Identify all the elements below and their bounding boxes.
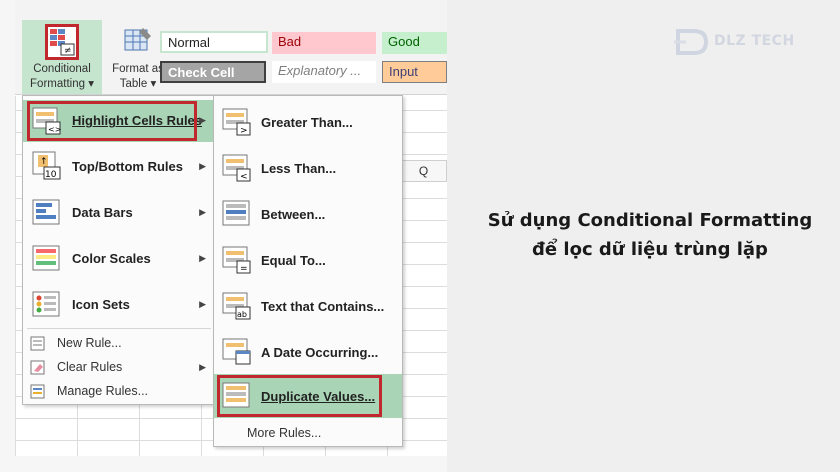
menu-item-label: More Rules... (247, 426, 322, 440)
menu-item-label: Between... (261, 207, 326, 222)
menu-item-less-than[interactable]: < Less Than... (214, 146, 402, 190)
menu-item-top-bottom-rules[interactable]: ↑ 10 Top/Bottom Rules ▶ (23, 146, 213, 188)
menu-item-more-rules[interactable]: More Rules... (214, 420, 402, 446)
format-as-table-icon (123, 26, 153, 56)
chevron-right-icon: ▶ (199, 253, 206, 263)
cell-style-good[interactable]: Good (382, 32, 447, 54)
conditional-formatting-icon: ≠ (45, 24, 79, 60)
menu-item-label: Data Bars (72, 205, 133, 220)
cell-style-input[interactable]: Input (382, 61, 447, 83)
caption: Sử dụng Conditional Formatting để lọc dữ… (470, 206, 830, 264)
excel-screenshot: ≠ Conditional Formatting ▾ Format as Tab… (0, 0, 447, 472)
chevron-right-icon: ▶ (199, 161, 206, 171)
chevron-right-icon: ▶ (199, 115, 206, 125)
conditional-formatting-label: Conditional Formatting ▾ (30, 63, 94, 90)
conditional-formatting-menu: <> Highlight Cells Rules ▶ ↑ 10 Top/Botto… (22, 95, 214, 405)
manage-rules-icon (30, 384, 60, 412)
highlight-cells-submenu: > Greater Than... < Less Than... Between… (213, 95, 403, 447)
cell-style-normal[interactable]: Normal (160, 31, 268, 53)
cell-style-label: Good (388, 34, 420, 49)
menu-item-color-scales[interactable]: Color Scales ▶ (23, 238, 213, 280)
svg-text:ab: ab (237, 310, 247, 319)
chevron-right-icon: ▶ (199, 299, 206, 309)
cell-style-label: Explanatory ... (278, 63, 362, 78)
less-than-icon: < (222, 154, 252, 182)
menu-item-label: Top/Bottom Rules (72, 159, 183, 174)
equal-to-icon: = (222, 246, 252, 274)
cell-style-bad[interactable]: Bad (272, 32, 376, 54)
column-header-q[interactable]: Q (400, 160, 447, 182)
greater-than-icon: > (222, 108, 252, 136)
menu-item-label: Equal To... (261, 253, 326, 268)
menu-item-label: Color Scales (72, 251, 151, 266)
menu-item-label: Text that Contains... (261, 299, 385, 314)
cell-style-check-cell[interactable]: Check Cell (160, 61, 266, 83)
cell-style-label: Bad (278, 34, 302, 49)
menu-item-label: Icon Sets (72, 297, 130, 312)
menu-item-clear-rules[interactable]: Clear Rules ▶ (23, 356, 213, 380)
menu-item-equal-to[interactable]: = Equal To... (214, 238, 402, 282)
svg-text:↑: ↑ (40, 157, 48, 167)
menu-item-text-that-contains[interactable]: ab Text that Contains... (214, 284, 402, 328)
menu-item-a-date-occurring[interactable]: A Date Occurring... (214, 330, 402, 374)
menu-item-label: Less Than... (261, 161, 337, 176)
cell-style-label: Input (389, 64, 418, 79)
svg-text:≠: ≠ (64, 46, 72, 56)
menu-item-icon-sets[interactable]: Icon Sets ▶ (23, 284, 213, 326)
top-bottom-icon: ↑ 10 (32, 151, 62, 180)
menu-item-label: New Rule... (57, 336, 122, 350)
conditional-formatting-button[interactable]: ≠ Conditional Formatting ▾ (22, 20, 102, 94)
chevron-right-icon: ▶ (199, 362, 206, 372)
calendar-icon (222, 338, 252, 366)
cell-style-label: Normal (168, 35, 210, 50)
menu-item-label: A Date Occurring... (261, 345, 379, 360)
color-scales-icon (32, 245, 62, 273)
caption-line-2: để lọc dữ liệu trùng lặp (532, 239, 768, 260)
text-contains-icon: ab (222, 292, 252, 320)
svg-text:>: > (240, 126, 248, 136)
data-bars-icon (32, 199, 62, 227)
menu-item-greater-than[interactable]: > Greater Than... (214, 100, 402, 144)
menu-item-label: Greater Than... (261, 115, 353, 130)
cell-style-explanatory[interactable]: Explanatory ... (272, 61, 376, 83)
caption-line-1: Sử dụng Conditional Formatting (487, 210, 813, 231)
svg-text:=: = (240, 264, 248, 274)
svg-text:10: 10 (45, 170, 57, 180)
between-icon (222, 200, 252, 228)
menu-item-between[interactable]: Between... (214, 192, 402, 236)
menu-item-label: Manage Rules... (57, 384, 149, 398)
svg-text:<: < (240, 172, 248, 182)
logo-text: DLZ TECH (714, 33, 795, 49)
icon-sets-icon (32, 291, 62, 319)
chevron-right-icon: ▶ (199, 207, 206, 217)
duplicate-values-outline (217, 375, 382, 417)
highlight-cells-outline (27, 101, 197, 141)
logo-mark-icon (674, 29, 709, 55)
menu-item-manage-rules[interactable]: Manage Rules... (23, 380, 213, 404)
cell-style-label: Check Cell (168, 65, 235, 80)
menu-separator (27, 328, 211, 329)
dlz-tech-logo: DLZ TECH (672, 25, 798, 59)
menu-item-label: Clear Rules (57, 360, 123, 374)
menu-item-new-rule[interactable]: New Rule... (23, 332, 213, 356)
menu-item-data-bars[interactable]: Data Bars ▶ (23, 192, 213, 234)
